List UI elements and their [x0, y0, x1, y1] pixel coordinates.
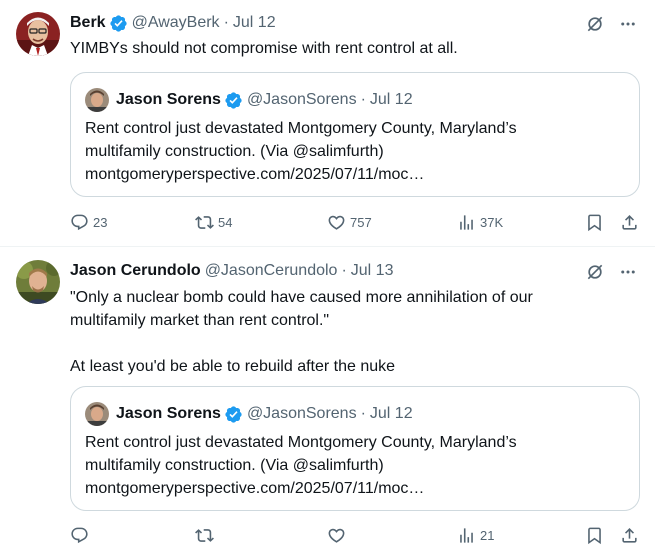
quoted-text-line: montgomeryperspective.com/2025/07/11/moc… — [85, 166, 425, 183]
quoted-author-handle: @JasonSorens — [246, 91, 357, 108]
author-handle[interactable]: @AwayBerk — [132, 14, 220, 32]
tweet-date[interactable]: Jul 12 — [233, 14, 276, 32]
quoted-text-line: montgomeryperspective.com/2025/07/11/moc… — [85, 480, 425, 497]
views-count: 21 — [480, 527, 495, 543]
tweet-top-actions — [585, 262, 637, 287]
quoted-author-handle: @JasonSorens — [246, 405, 357, 422]
reply-count: 23 — [93, 214, 108, 230]
separator-dot: · — [360, 405, 366, 422]
bookmark-icon — [588, 214, 601, 231]
grok-icon[interactable] — [585, 262, 605, 287]
tweet-date[interactable]: Jul 13 — [351, 262, 394, 280]
quoted-tweet-date: Jul 12 — [369, 405, 413, 422]
avatar[interactable] — [16, 260, 60, 304]
views-button[interactable]: 21 — [457, 524, 494, 546]
verified-badge-icon — [109, 14, 128, 33]
repost-icon — [195, 215, 214, 229]
tweet-text: "Only a nuclear bomb could have caused m… — [70, 289, 533, 375]
tweet-text: YIMBYs should not compromise with rent c… — [70, 40, 458, 57]
repost-icon — [195, 528, 214, 542]
quoted-text-line: Rent control just devastated Montgomery … — [85, 434, 517, 451]
tweet-header: Jason Cerundolo @JasonCerundolo · Jul 13 — [70, 261, 393, 281]
share-button[interactable] — [620, 211, 639, 233]
reply-icon — [71, 527, 88, 543]
quoted-tweet-date: Jul 12 — [369, 91, 413, 108]
reply-button[interactable] — [70, 524, 93, 546]
views-count: 37K — [480, 214, 504, 230]
repost-button[interactable]: 54 — [195, 211, 232, 233]
author-handle[interactable]: @JasonCerundolo — [205, 262, 338, 280]
quoted-tweet-header: Jason Sorens @JasonSorens · Jul 12 — [85, 402, 413, 426]
separator-dot: · — [360, 91, 366, 108]
share-icon — [622, 527, 637, 543]
views-button[interactable]: 37K — [457, 211, 503, 233]
like-button[interactable] — [327, 524, 350, 546]
separator-dot: · — [223, 14, 229, 31]
tweet-actions: 23 54 757 37K — [70, 211, 640, 233]
share-button[interactable] — [620, 524, 639, 546]
grok-icon[interactable] — [585, 14, 605, 39]
quoted-tweet-text: Rent control just devastated Montgomery … — [85, 431, 625, 500]
more-icon[interactable] — [619, 263, 637, 286]
like-count: 757 — [350, 214, 372, 230]
bookmark-icon — [588, 527, 601, 544]
quoted-text-line: multifamily construction. (Via @salimfur… — [85, 457, 384, 474]
quoted-tweet-header: Jason Sorens @JasonSorens · Jul 12 — [85, 88, 413, 112]
quoted-tweet[interactable]: Jason Sorens @JasonSorens · Jul 12 Rent … — [70, 386, 640, 511]
repost-button[interactable] — [195, 524, 218, 546]
tweet[interactable]: Berk @AwayBerk · Jul 12 YIMBYs should no… — [0, 0, 655, 247]
quoted-text-line: Rent control just devastated Montgomery … — [85, 120, 517, 137]
bookmark-button[interactable] — [585, 211, 604, 233]
tweet-top-actions — [585, 14, 637, 39]
quoted-tweet[interactable]: Jason Sorens @JasonSorens · Jul 12 Rent … — [70, 72, 640, 197]
like-icon — [328, 215, 345, 230]
views-icon — [460, 527, 473, 543]
tweet-actions: 21 — [70, 524, 640, 546]
tweet[interactable]: Jason Cerundolo @JasonCerundolo · Jul 13… — [0, 247, 655, 558]
avatar — [85, 402, 109, 426]
quoted-author-name: Jason Sorens — [116, 91, 221, 108]
quoted-tweet-text: Rent control just devastated Montgomery … — [85, 117, 625, 186]
verified-badge-icon — [224, 405, 243, 424]
views-icon — [460, 214, 473, 230]
more-icon[interactable] — [619, 15, 637, 38]
verified-badge-icon — [224, 91, 243, 110]
reply-button[interactable]: 23 — [70, 211, 107, 233]
avatar[interactable] — [16, 12, 60, 56]
repost-count: 54 — [218, 214, 233, 230]
bookmark-button[interactable] — [585, 524, 604, 546]
quoted-text-line: multifamily construction. (Via @salimfur… — [85, 143, 384, 160]
avatar — [85, 88, 109, 112]
reply-icon — [71, 214, 88, 230]
tweet-header: Berk @AwayBerk · Jul 12 — [70, 13, 276, 33]
share-icon — [622, 214, 637, 230]
author-name[interactable]: Jason Cerundolo — [70, 262, 201, 280]
quoted-author-name: Jason Sorens — [116, 405, 221, 422]
like-icon — [328, 528, 345, 543]
separator-dot: · — [341, 262, 347, 279]
like-button[interactable]: 757 — [327, 211, 372, 233]
author-name[interactable]: Berk — [70, 14, 106, 32]
